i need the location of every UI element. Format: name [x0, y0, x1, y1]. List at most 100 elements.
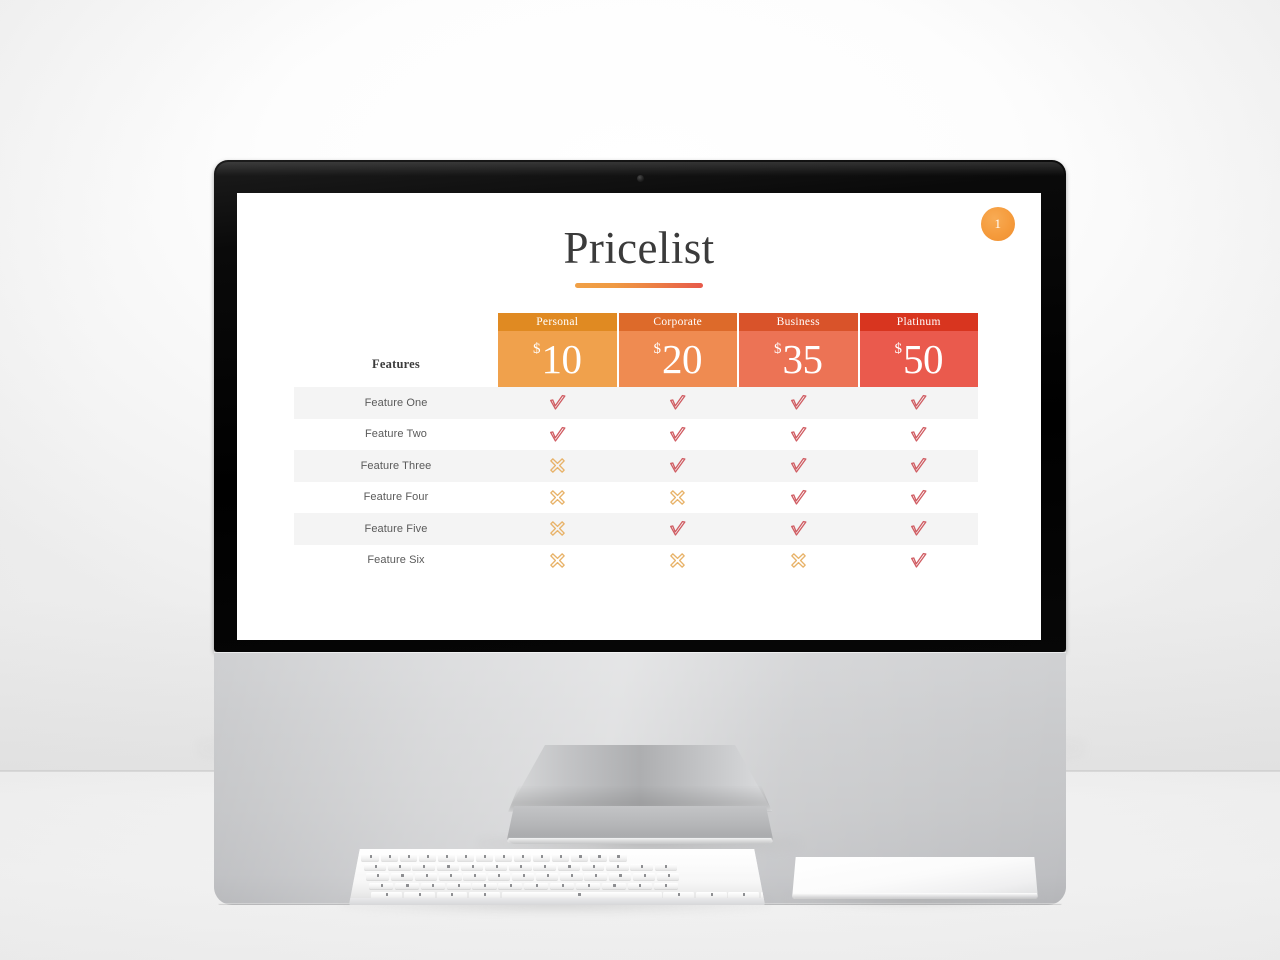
- keyboard-key[interactable]: [654, 863, 677, 870]
- plan-price: $35: [739, 331, 858, 387]
- keyboard-key[interactable]: [494, 854, 513, 861]
- keyboard-key[interactable]: [368, 882, 394, 889]
- keyboard-key[interactable]: [584, 873, 607, 880]
- keyboard-key[interactable]: [366, 873, 389, 880]
- currency-symbol: $: [653, 341, 662, 357]
- check-icon: [498, 424, 617, 445]
- keyboard-key[interactable]: [581, 863, 605, 870]
- keyboard-key[interactable]: [533, 863, 556, 870]
- keyboard[interactable]: [349, 849, 765, 905]
- pricing-table-header-row: Personal $10 Corporate $20 Business $35 Platin…: [498, 313, 978, 387]
- keyboard-front-edge: [349, 898, 765, 905]
- keyboard-key[interactable]: [388, 863, 411, 870]
- keyboard-key[interactable]: [560, 873, 583, 880]
- currency-symbol: $: [533, 341, 541, 357]
- plan-name: Corporate: [618, 313, 737, 331]
- keyboard-key[interactable]: [632, 873, 656, 880]
- check-icon: [739, 424, 858, 445]
- price-amount: 10: [541, 335, 583, 382]
- plan-column-platinum[interactable]: Platinum $50: [859, 313, 978, 387]
- bezel-gloss: [216, 162, 1064, 176]
- keyboard-key[interactable]: [627, 882, 652, 889]
- feature-availability-cells: [498, 392, 978, 413]
- keyboard-key[interactable]: [513, 854, 532, 861]
- pricing-table: Features Personal $10 Corporate $20 Business…: [294, 313, 978, 576]
- trackpad[interactable]: [792, 857, 1038, 899]
- price-amount: 35: [782, 335, 824, 382]
- keyboard-key[interactable]: [436, 863, 460, 870]
- keyboard-key[interactable]: [390, 873, 414, 880]
- check-icon: [860, 392, 979, 413]
- keyboard-key[interactable]: [472, 882, 497, 889]
- plan-column-business[interactable]: Business $35: [739, 313, 858, 387]
- keyboard-key[interactable]: [363, 863, 387, 870]
- keyboard-key[interactable]: [550, 882, 575, 889]
- price-amount: 20: [662, 335, 703, 382]
- keyboard-key[interactable]: [570, 854, 589, 861]
- keyboard-key[interactable]: [394, 882, 419, 889]
- plan-column-corporate[interactable]: Corporate $20: [618, 313, 737, 387]
- keyboard-key[interactable]: [460, 863, 484, 870]
- keyboard-key[interactable]: [575, 882, 601, 889]
- feature-availability-cells: [498, 550, 978, 571]
- check-icon: [860, 487, 979, 508]
- keyboard-key[interactable]: [498, 882, 523, 889]
- keyboard-key[interactable]: [361, 854, 379, 861]
- keyboard-key[interactable]: [412, 863, 435, 870]
- cross-icon: [498, 487, 617, 508]
- check-icon: [739, 392, 858, 413]
- keyboard-key[interactable]: [657, 873, 680, 880]
- plan-name: Personal: [498, 313, 617, 331]
- keyboard-key[interactable]: [446, 882, 471, 889]
- keyboard-key[interactable]: [653, 882, 678, 889]
- keyboard-key[interactable]: [487, 873, 510, 880]
- keyboard-key-rows: [349, 853, 765, 901]
- keyboard-key[interactable]: [456, 854, 475, 861]
- keyboard-key[interactable]: [601, 882, 626, 889]
- monitor-screen[interactable]: 1 Pricelist Features Personal $10 Corporat…: [237, 193, 1041, 640]
- check-icon: [860, 550, 979, 571]
- plan-price: $50: [859, 331, 978, 387]
- keyboard-key[interactable]: [420, 882, 445, 889]
- check-icon: [739, 487, 858, 508]
- cross-icon: [619, 487, 738, 508]
- feature-label: Feature Six: [367, 554, 425, 567]
- features-column-header: Features: [372, 357, 420, 371]
- keyboard-key[interactable]: [475, 854, 494, 861]
- keyboard-row: [349, 882, 765, 891]
- feature-label: Feature Four: [363, 491, 429, 504]
- keyboard-key[interactable]: [439, 873, 462, 880]
- presentation-slide: 1 Pricelist Features Personal $10 Corporat…: [237, 193, 1041, 640]
- monitor-stand-base-highlight: [506, 838, 774, 844]
- keyboard-key[interactable]: [399, 854, 418, 861]
- keyboard-key[interactable]: [463, 873, 486, 880]
- check-icon: [619, 424, 738, 445]
- plan-column-personal[interactable]: Personal $10: [498, 313, 617, 387]
- keyboard-row: [349, 853, 765, 862]
- keyboard-key[interactable]: [437, 854, 456, 861]
- keyboard-key[interactable]: [590, 854, 608, 861]
- keyboard-key[interactable]: [485, 863, 508, 870]
- keyboard-key[interactable]: [418, 854, 437, 861]
- slide-title-block: Pricelist: [237, 226, 1041, 288]
- cross-icon: [498, 455, 617, 476]
- webcam-icon: [636, 175, 644, 182]
- keyboard-key[interactable]: [532, 854, 551, 861]
- keyboard-key[interactable]: [380, 854, 398, 861]
- feature-label: Feature One: [364, 396, 428, 409]
- keyboard-key[interactable]: [630, 863, 653, 870]
- keyboard-key[interactable]: [606, 863, 629, 870]
- keyboard-key[interactable]: [524, 882, 549, 889]
- keyboard-key[interactable]: [551, 854, 570, 861]
- keyboard-key[interactable]: [511, 873, 535, 880]
- keyboard-key[interactable]: [509, 863, 532, 870]
- keyboard-key[interactable]: [609, 854, 627, 861]
- feature-label: Feature Three: [360, 459, 432, 472]
- keyboard-key[interactable]: [414, 873, 438, 880]
- check-icon: [739, 518, 858, 539]
- keyboard-key[interactable]: [608, 873, 632, 880]
- keyboard-key[interactable]: [557, 863, 581, 870]
- keyboard-key[interactable]: [535, 873, 559, 880]
- plan-name: Business: [739, 313, 858, 331]
- check-icon: [498, 392, 617, 413]
